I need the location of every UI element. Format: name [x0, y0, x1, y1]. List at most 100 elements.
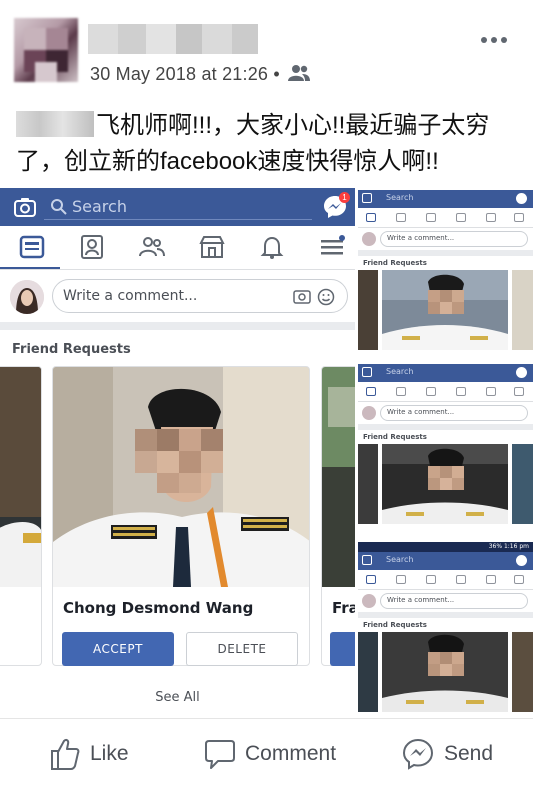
news-feed-icon: [19, 235, 45, 259]
redacted-mention: [16, 111, 94, 137]
fb-search-box: Search: [44, 194, 312, 220]
comment-button[interactable]: Comment: [205, 737, 355, 773]
post-text-line-1: 飞机师啊!!!，大家小心!!最近骗子太穷: [16, 108, 521, 144]
profile-photo: [358, 270, 378, 350]
fb-top-bar: Search: [358, 190, 533, 208]
thumbs-up-icon: [51, 739, 80, 770]
post-text-line-1-content: 飞机师啊!!!，大家小心!!最近骗子太穷: [96, 112, 490, 139]
more-options-icon[interactable]: [478, 32, 510, 48]
status-bar-text: 36% 1:16 pm: [488, 543, 529, 550]
profile-photo: [512, 270, 533, 350]
like-label: Like: [90, 742, 129, 765]
friend-requests-section: Friend Requests: [358, 618, 533, 718]
profile-photo: [358, 632, 378, 712]
timestamp-separator: •: [273, 64, 280, 84]
notifications-bell-icon: [486, 387, 496, 396]
friend-request-card-partial-right: Fra: [321, 366, 355, 666]
fb-top-bar: Search 1: [0, 188, 355, 226]
search-placeholder: Search: [386, 555, 414, 564]
marketplace-icon: [199, 236, 225, 258]
fb-tab-bar: [0, 226, 355, 270]
marketplace-icon: [456, 387, 466, 396]
profile-icon: [396, 213, 406, 222]
friend-request-name: Chong Desmond Wang: [63, 599, 254, 617]
search-placeholder: Search: [386, 193, 414, 202]
comment-icon: [205, 740, 235, 769]
post-text: 飞机师啊!!!，大家小心!!最近骗子太穷 了，创立新的facebook速度快得惊…: [16, 108, 521, 180]
accept-button-partial: [330, 632, 355, 666]
fb-tab-bar: [358, 570, 533, 590]
timestamp-text: 30 May 2018 at 21:26: [90, 64, 269, 84]
comment-placeholder: Write a comment...: [387, 234, 455, 242]
friends-tab-icon: [426, 387, 436, 396]
friends-tab-icon: [139, 237, 165, 257]
profile-photo: [53, 367, 309, 587]
fb-comment-composer: Write a comment...: [358, 228, 533, 250]
messenger-icon: [516, 555, 527, 566]
current-user-avatar: [10, 280, 44, 314]
profile-photo: [382, 444, 508, 524]
notification-badge: 1: [339, 192, 350, 203]
emoji-icon: [317, 288, 335, 306]
friends-tab-icon: [426, 213, 436, 222]
send-button[interactable]: Send: [402, 737, 512, 773]
notifications-bell-icon: [260, 236, 284, 259]
profile-photo: [0, 367, 41, 587]
fb-top-bar: Search: [358, 552, 533, 570]
author-avatar[interactable]: [14, 18, 78, 82]
menu-icon: [514, 387, 524, 396]
comment-label: Comment: [245, 742, 337, 765]
profile-photo: [512, 444, 533, 524]
news-feed-icon: [366, 575, 376, 584]
profile-photo: [512, 632, 533, 712]
comment-input: Write a comment...: [380, 231, 528, 247]
post-timestamp[interactable]: 30 May 2018 at 21:26 •: [90, 64, 280, 85]
profile-photo: [382, 632, 508, 712]
search-placeholder: Search: [72, 197, 127, 216]
author-name-redacted[interactable]: [88, 24, 258, 54]
fb-tab-bar: [358, 382, 533, 402]
friend-requests-section: Friend Requests: [358, 430, 533, 540]
attached-screenshot-mini-3[interactable]: 36% 1:16 pm Search Write a comment... Fr…: [358, 542, 533, 718]
camera-icon: [14, 198, 36, 217]
attached-screenshot-mini-1[interactable]: Search Write a comment... Friend Request…: [358, 190, 533, 362]
notifications-bell-icon: [486, 575, 496, 584]
news-feed-icon: [366, 387, 376, 396]
current-user-avatar: [362, 406, 376, 420]
fb-tab-bar: [358, 208, 533, 228]
profile-photo: [358, 444, 378, 524]
search-placeholder: Search: [386, 367, 414, 376]
like-button[interactable]: Like: [50, 737, 160, 773]
friend-requests-section: Friend Requests: [358, 256, 533, 362]
friend-requests-header: Friend Requests: [363, 433, 427, 441]
post-header: 30 May 2018 at 21:26 •: [0, 0, 533, 95]
send-label: Send: [444, 742, 494, 765]
fb-comment-composer: Write a comment...: [0, 270, 355, 322]
delete-button: DELETE: [186, 632, 298, 666]
comment-placeholder: Write a comment...: [387, 596, 455, 604]
comment-input: Write a comment...: [52, 279, 348, 313]
menu-icon: [321, 235, 345, 255]
marketplace-icon: [456, 213, 466, 222]
friend-request-card-partial-left: [0, 366, 42, 666]
phone-status-bar: 36% 1:16 pm: [358, 542, 533, 552]
fb-top-bar: Search: [358, 364, 533, 382]
post-action-bar: Like Comment Send: [0, 718, 533, 800]
camera-icon: [362, 367, 372, 377]
attached-screenshot-main[interactable]: Search 1 Write a comment... Friend Reque…: [0, 188, 355, 718]
profile-icon: [396, 387, 406, 396]
messenger-send-icon: [402, 738, 434, 770]
search-icon: [51, 199, 67, 215]
news-feed-icon: [366, 213, 376, 222]
messenger-icon: 1: [322, 192, 350, 220]
menu-icon: [514, 213, 524, 222]
marketplace-icon: [456, 575, 466, 584]
attached-screenshot-mini-2[interactable]: Search Write a comment... Friend Request…: [358, 364, 533, 540]
camera-icon: [362, 555, 372, 565]
fb-comment-composer: Write a comment...: [358, 402, 533, 424]
friend-request-name-partial: Fra: [332, 599, 355, 617]
comment-input: Write a comment...: [380, 405, 528, 421]
profile-icon: [396, 575, 406, 584]
notifications-bell-icon: [486, 213, 496, 222]
friend-requests-section: Friend Requests: [0, 330, 355, 718]
